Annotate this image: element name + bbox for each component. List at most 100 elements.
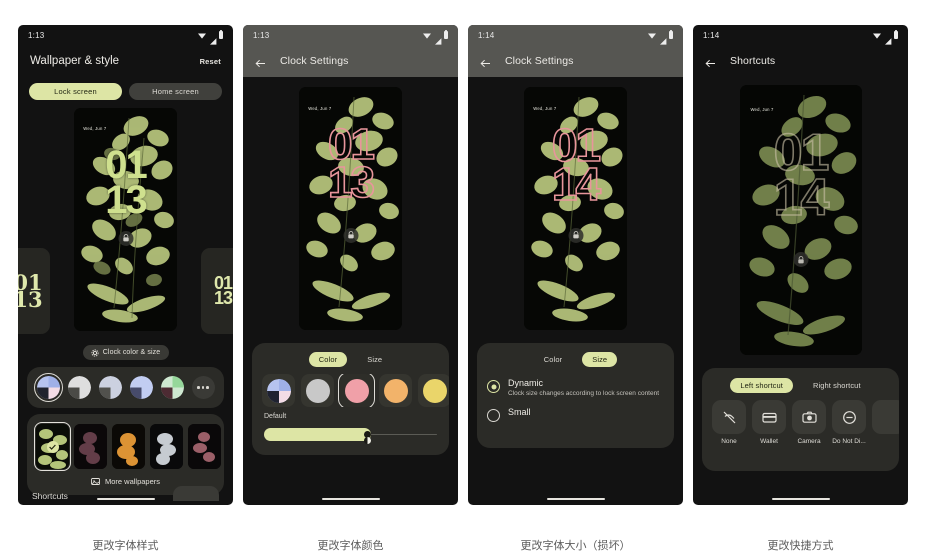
preview-clock-minutes: 13 xyxy=(105,177,148,222)
preview-date: Wed, Jun 7 xyxy=(533,106,557,112)
color-intensity-slider[interactable] xyxy=(264,428,437,444)
tab-lock-screen[interactable]: Lock screen xyxy=(29,83,122,100)
lock-icon xyxy=(568,227,583,243)
wallpaper-thumb-pink-bloom[interactable] xyxy=(188,424,221,469)
panel-shortcuts: 1:14 Shortcuts Wed, Jun 7 01 14 Left sho… xyxy=(693,25,908,552)
signal-icon xyxy=(209,32,217,45)
tab-left-shortcut[interactable]: Left shortcut xyxy=(730,378,793,393)
status-bar: 1:14 xyxy=(693,25,908,45)
radio-dynamic[interactable] xyxy=(487,380,500,393)
wallpaper-section: More wallpapers xyxy=(27,414,224,495)
color-swatch-yellow[interactable] xyxy=(418,374,449,407)
app-bar: Clock Settings xyxy=(243,45,458,77)
color-swatch-row xyxy=(27,373,224,402)
preview-clock: 01 13 xyxy=(74,145,177,222)
preview-region: Wed, Jun 7 01 14 xyxy=(693,85,908,360)
selected-check-icon xyxy=(46,440,59,453)
lock-icon xyxy=(793,252,808,268)
screenshot-root: 1:13 Wallpaper & style Reset Lock screen xyxy=(0,0,927,552)
lock-icon xyxy=(343,227,358,243)
battery-icon xyxy=(444,29,448,39)
color-swatch-periwinkle[interactable] xyxy=(129,376,153,399)
status-icons xyxy=(873,29,898,45)
panel-caption-2: 更改字体颜色 xyxy=(317,539,384,552)
wallpaper-preview: Wed, Jun 7 01 13 xyxy=(74,108,177,331)
back-icon[interactable] xyxy=(255,56,266,67)
tab-home-screen[interactable]: Home screen xyxy=(129,83,222,100)
wifi-icon xyxy=(873,32,881,39)
color-swatch-pink[interactable] xyxy=(337,374,376,407)
color-swatch-grey-white[interactable] xyxy=(67,376,91,399)
tab-size[interactable]: Size xyxy=(357,352,392,367)
wallpaper-thumb-orange-bloom[interactable] xyxy=(112,424,145,469)
tab-right-shortcut[interactable]: Right shortcut xyxy=(803,378,871,393)
wallpaper-thumb-plum-bloom[interactable] xyxy=(74,424,107,469)
wifi-icon xyxy=(648,32,656,39)
shortcut-option-none-label: None xyxy=(721,438,737,445)
battery-icon xyxy=(219,29,223,39)
color-swatch-dynamic-default[interactable] xyxy=(262,374,295,407)
camera-icon xyxy=(792,400,826,434)
size-option-dynamic[interactable]: Dynamic Clock size changes according to … xyxy=(477,374,674,403)
more-wallpapers-button[interactable]: More wallpapers xyxy=(27,477,224,486)
shortcut-option-camera[interactable]: Camera xyxy=(792,400,826,445)
status-time: 1:14 xyxy=(703,30,720,40)
radio-small[interactable] xyxy=(487,408,500,422)
phone-frame: 1:13 Wallpaper & style Reset Lock screen xyxy=(18,25,233,505)
wifi-icon xyxy=(423,32,431,39)
swatch-label: Default xyxy=(264,413,287,420)
more-options-icon[interactable] xyxy=(191,376,215,399)
color-swatch-default-dynamic[interactable] xyxy=(33,373,63,402)
wallpaper-preview: Wed, Jun 7 01 13 xyxy=(299,87,402,330)
lockscreen-preview: Wed, Jun 7 01 14 xyxy=(468,87,683,330)
tab-color[interactable]: Color xyxy=(308,352,348,367)
lockscreen-preview[interactable]: Wed, Jun 7 01 13 xyxy=(18,108,233,331)
clock-color-size-button[interactable]: Clock color & size xyxy=(82,345,169,360)
home-indicator xyxy=(771,497,830,500)
wallpaper-thumb-white-bloom[interactable] xyxy=(150,424,183,469)
shortcuts-sheet: Left shortcut Right shortcut None Wallet… xyxy=(702,368,899,471)
color-swatch-green-plum[interactable] xyxy=(160,376,184,399)
wallpaper-preview: Wed, Jun 7 01 14 xyxy=(739,85,862,355)
preview-region: Wed, Jun 7 01 14 xyxy=(468,87,683,337)
signal-icon xyxy=(434,32,442,45)
color-swatch-orange[interactable] xyxy=(379,374,412,407)
color-swatch-cool-grey[interactable] xyxy=(98,376,122,399)
shortcut-option-next[interactable] xyxy=(872,400,899,434)
shortcut-option-camera-label: Camera xyxy=(797,438,821,445)
preview-clock-minutes: 14 xyxy=(773,168,830,227)
size-option-dynamic-label: Dynamic xyxy=(508,378,544,388)
back-icon[interactable] xyxy=(480,56,491,67)
wallpaper-thumb-green-foxglove[interactable] xyxy=(33,421,72,472)
shortcut-option-dnd[interactable]: Do Not Di... xyxy=(832,400,866,445)
clock-color-sheet: Color Size Default xyxy=(252,343,449,455)
tab-color[interactable]: Color xyxy=(534,352,572,367)
status-icons xyxy=(198,29,223,45)
back-icon[interactable] xyxy=(705,56,716,67)
color-swatch-grey[interactable] xyxy=(301,374,334,407)
shortcut-option-none[interactable]: None xyxy=(712,400,746,445)
lockscreen-preview: Wed, Jun 7 01 14 xyxy=(693,85,908,355)
panel-caption-1: 更改字体样式 xyxy=(92,539,159,552)
home-indicator xyxy=(321,497,380,500)
panel-caption-3: 更改字体大小（损坏） xyxy=(520,539,631,552)
signal-icon xyxy=(659,32,667,45)
shortcut-option-wallet[interactable]: Wallet xyxy=(752,400,786,445)
app-bar: Wallpaper & style Reset xyxy=(18,45,233,77)
wallpaper-thumb-row xyxy=(27,421,224,472)
preview-date: Wed, Jun 7 xyxy=(83,125,107,131)
phone-frame: 1:13 Clock Settings Wed, Jun 7 01 13 Col… xyxy=(243,25,458,505)
status-time: 1:14 xyxy=(478,30,495,40)
do-not-disturb-icon xyxy=(832,400,866,434)
preview-clock: 01 14 xyxy=(740,126,862,227)
status-time: 1:13 xyxy=(28,30,45,40)
size-option-small[interactable]: Small xyxy=(477,403,674,426)
page-title: Clock Settings xyxy=(505,55,574,67)
shortcuts-peek-pill[interactable] xyxy=(173,486,219,501)
wallet-icon xyxy=(752,400,786,434)
reset-button[interactable]: Reset xyxy=(200,57,221,66)
tab-size[interactable]: Size xyxy=(582,352,618,367)
slider-knob[interactable] xyxy=(364,431,372,444)
no-shortcut-icon xyxy=(712,400,746,434)
status-bar: 1:13 xyxy=(18,25,233,45)
